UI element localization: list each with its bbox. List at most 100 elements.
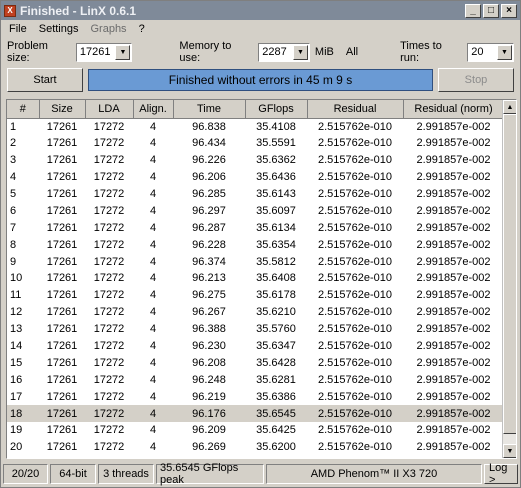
table-cell: 17261	[46, 306, 78, 319]
scroll-down-icon[interactable]: ▼	[503, 444, 516, 458]
table-cell: 35.4108	[256, 120, 296, 133]
table-cell: 96.213	[192, 272, 226, 285]
table-row[interactable]: 20 17261 17272 4 96.269 35.6200 2.515762e-010 2…	[7, 439, 504, 456]
table-cell: 35.5591	[256, 137, 296, 150]
table-cell: 17	[10, 390, 23, 403]
table-row[interactable]: 16 17261 17272 4 96.248 35.6281 2.515762e-010 2…	[7, 371, 504, 388]
table-cell: 96.228	[192, 238, 226, 251]
table-row[interactable]: 18 17261 17272 4 96.176 35.6545 2.515762e-010 2…	[7, 405, 504, 423]
table-cell: 17261	[39, 405, 85, 423]
menu-graphs[interactable]: Graphs	[84, 23, 132, 35]
table-cell: 17272	[93, 171, 125, 184]
table-row[interactable]: 4 17261 17272 4 96.206 35.6436 2.515762e-010 2.…	[7, 169, 504, 186]
table-row[interactable]: 1 17261 17272 4 96.838 35.4108 2.515762e-010 2.…	[7, 118, 504, 135]
minimize-button[interactable]: _	[465, 3, 481, 18]
table-row[interactable]: 3 17261 17272 4 96.226 35.6362 2.515762e-010 2.…	[7, 152, 504, 169]
table-cell: 2.515762e-010	[317, 272, 392, 285]
vertical-scrollbar[interactable]: ▲ ▼	[502, 100, 516, 458]
table-cell: 1	[10, 120, 17, 133]
title-bar[interactable]: X Finished - LinX 0.6.1 _ □ ×	[1, 1, 520, 20]
chevron-down-icon[interactable]: ▼	[292, 44, 308, 60]
column-header[interactable]: #	[7, 100, 40, 119]
menu-settings[interactable]: Settings	[33, 23, 85, 35]
table-cell: 12	[10, 306, 23, 319]
table-cell: 2.991857e-002	[416, 373, 491, 386]
table-row[interactable]: 10 17261 17272 4 96.213 35.6408 2.515762e-010 2…	[7, 270, 504, 287]
table-row[interactable]: 17 17261 17272 4 96.219 35.6386 2.515762e-010 2…	[7, 388, 504, 405]
table-cell: 35.6178	[256, 289, 296, 302]
menu-file[interactable]: File	[3, 23, 33, 35]
column-header[interactable]: LDA	[85, 100, 134, 119]
status-message: Finished without errors in 45 m 9 s	[88, 69, 433, 91]
table-row[interactable]: 2 17261 17272 4 96.434 35.5591 2.515762e-010 2.…	[7, 135, 504, 152]
table-cell: 35.6347	[256, 340, 296, 353]
column-header[interactable]: Residual (norm)	[403, 100, 505, 119]
table-cell: 17261	[46, 171, 78, 184]
column-header[interactable]: Align.	[133, 100, 174, 119]
maximize-button[interactable]: □	[483, 3, 499, 18]
table-cell: 17272	[93, 306, 125, 319]
table-row[interactable]: 8 17261 17272 4 96.228 35.6354 2.515762e-010 2.…	[7, 236, 504, 253]
table-row[interactable]: 6 17261 17272 4 96.297 35.6097 2.515762e-010 2.…	[7, 202, 504, 219]
start-button[interactable]: Start	[7, 68, 83, 92]
table-row[interactable]: 13 17261 17272 4 96.388 35.5760 2.515762e-010 2…	[7, 321, 504, 338]
table-cell: 2.991857e-002	[416, 340, 491, 353]
table-cell: 2.515762e-010	[317, 356, 392, 369]
memory-select[interactable]: 2287 ▼	[258, 42, 310, 62]
times-select[interactable]: 20 ▼	[467, 42, 514, 62]
table-cell: 5	[10, 188, 17, 200]
close-button[interactable]: ×	[501, 3, 517, 18]
table-cell: 35.6386	[256, 390, 296, 403]
table-cell: 17261	[46, 340, 78, 353]
app-icon[interactable]: X	[4, 4, 16, 17]
column-header[interactable]: Residual	[307, 100, 404, 119]
table-cell: 2.515762e-010	[317, 204, 392, 217]
table-cell: 35.6362	[256, 154, 296, 167]
column-header[interactable]: GFlops	[245, 100, 308, 119]
log-button[interactable]: Log >	[484, 462, 518, 486]
table-cell: 17272	[93, 120, 125, 133]
table-cell: 2.991857e-002	[416, 306, 491, 319]
scroll-up-icon[interactable]: ▲	[503, 100, 516, 114]
table-cell: 17261	[46, 441, 78, 454]
table-cell: 35.5760	[256, 323, 296, 336]
table-cell: 17261	[46, 390, 78, 403]
table-row[interactable]: 15 17261 17272 4 96.208 35.6428 2.515762e-010 2…	[7, 354, 504, 371]
table-row[interactable]: 14 17261 17272 4 96.230 35.6347 2.515762e-010 2…	[7, 338, 504, 355]
table-cell: 17261	[46, 356, 78, 369]
table-cell: 2.515762e-010	[317, 323, 392, 336]
stop-button[interactable]: Stop	[438, 68, 514, 92]
table-cell: 2.515762e-010	[317, 238, 392, 251]
table-cell: 16	[10, 373, 23, 386]
table-cell: 11	[10, 289, 22, 302]
table-cell: 2.515762e-010	[317, 390, 392, 403]
memory-unit: MiB	[314, 46, 334, 58]
table-cell: 17261	[46, 137, 78, 150]
chevron-down-icon[interactable]: ▼	[497, 44, 512, 60]
table-row[interactable]: 5 17261 17272 4 96.285 35.6143 2.515762e-010 2.…	[7, 186, 504, 203]
column-header[interactable]: Time	[173, 100, 246, 119]
table-cell: 2.515762e-010	[317, 424, 392, 437]
table-cell: 2.991857e-002	[416, 154, 491, 167]
table-cell: 17272	[93, 289, 125, 302]
table-cell: 96.226	[192, 154, 226, 167]
table-row[interactable]: 7 17261 17272 4 96.287 35.6134 2.515762e-010 2.…	[7, 219, 504, 236]
table-cell: 2.991857e-002	[416, 120, 491, 133]
table-cell: 35.6134	[256, 221, 296, 234]
all-button[interactable]: All	[346, 46, 358, 58]
table-cell: 4	[149, 390, 157, 403]
scroll-thumb[interactable]	[503, 114, 516, 434]
table-row[interactable]: 19 17261 17272 4 96.209 35.6425 2.515762e-010 2…	[7, 422, 504, 439]
table-cell: 15	[10, 356, 23, 369]
table-cell: 2.991857e-002	[416, 221, 491, 234]
table-row[interactable]: 11 17261 17272 4 96.275 35.6178 2.515762e-010 2…	[7, 287, 504, 304]
column-header[interactable]: Size	[39, 100, 86, 119]
table-cell: 35.6545	[245, 405, 307, 423]
chevron-down-icon[interactable]: ▼	[115, 44, 131, 60]
problem-size-value: 17261	[79, 46, 111, 58]
table-row[interactable]: 9 17261 17272 4 96.374 35.5812 2.515762e-010 2.…	[7, 253, 504, 270]
table-cell: 17272	[93, 323, 125, 336]
table-row[interactable]: 12 17261 17272 4 96.267 35.6210 2.515762e-010 2…	[7, 304, 504, 321]
problem-size-select[interactable]: 17261 ▼	[75, 42, 133, 62]
menu-help[interactable]: ?	[133, 23, 151, 35]
